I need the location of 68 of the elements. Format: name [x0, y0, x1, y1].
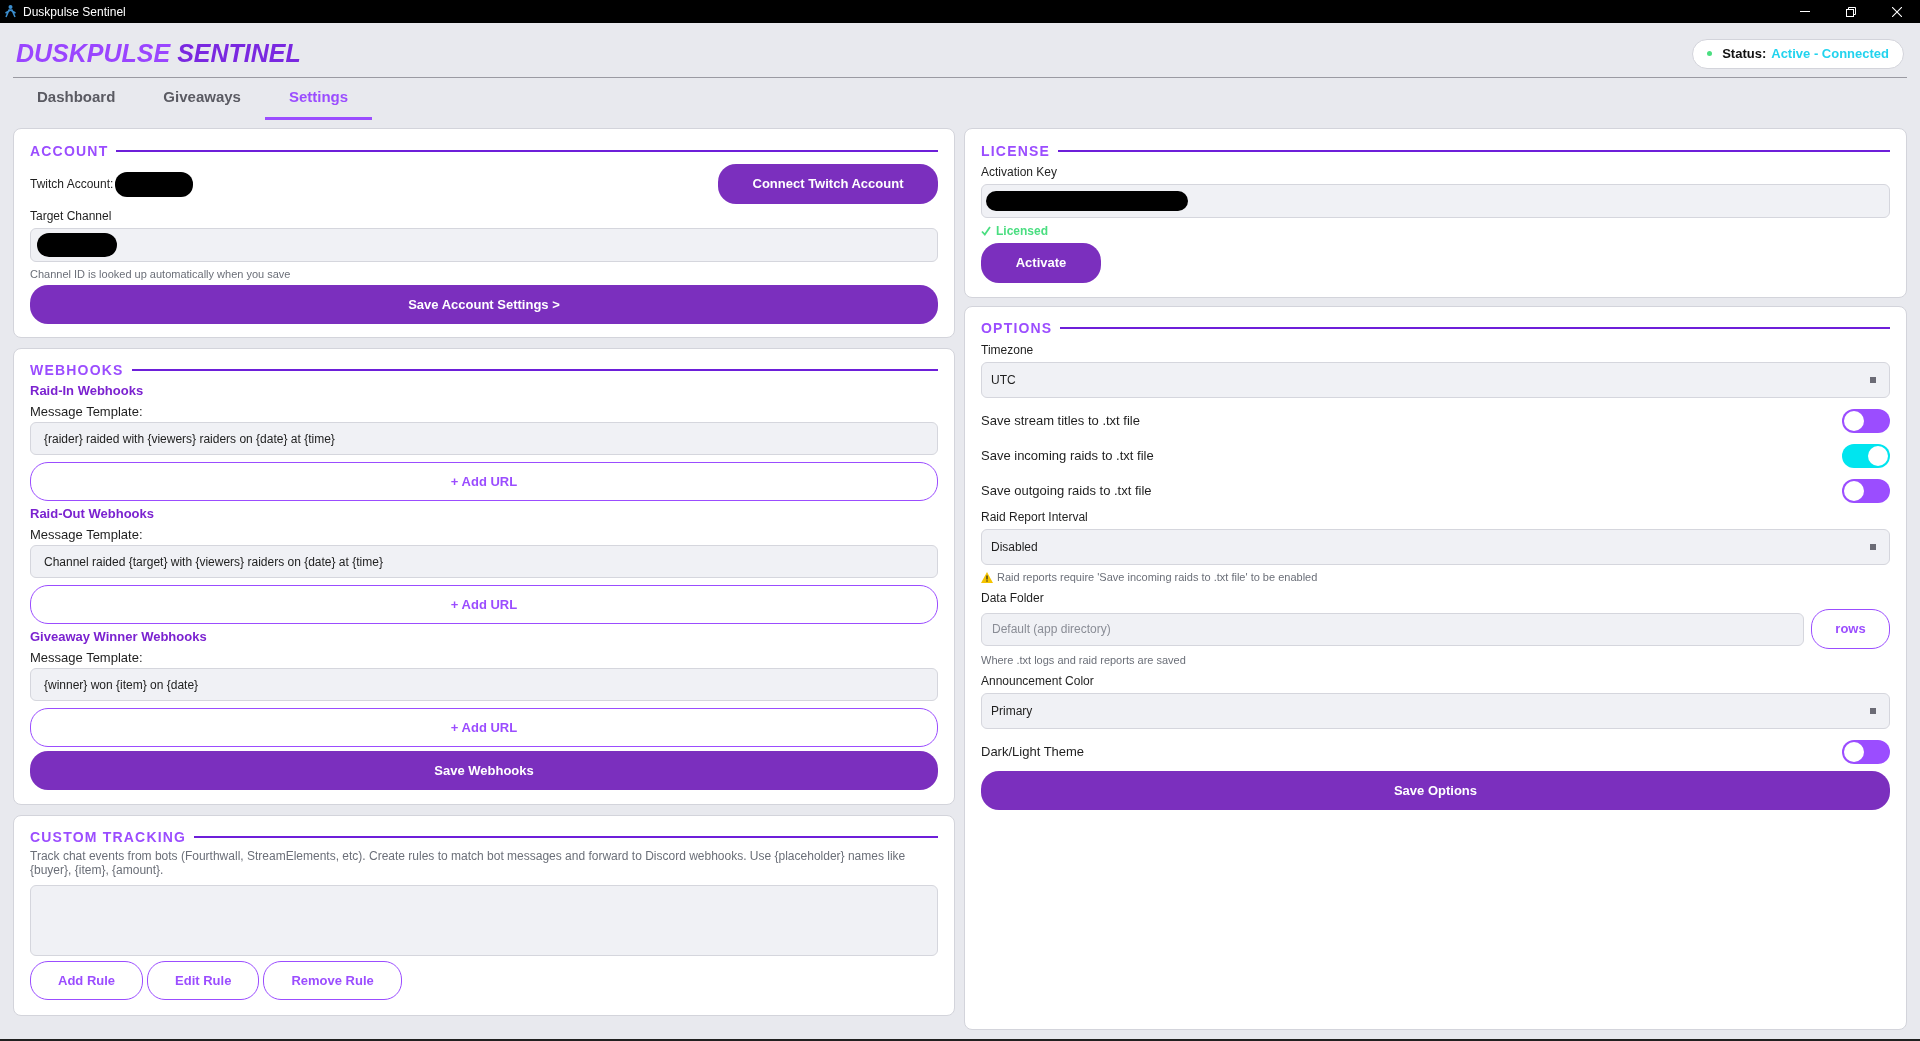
section-heading: LICENSE: [981, 144, 1051, 158]
add-url-button[interactable]: + Add URL: [30, 708, 938, 747]
field-label: Activation Key: [981, 164, 1059, 180]
dropdown[interactable]: Disabled: [981, 529, 1890, 565]
field-label: Twitch Account:: [30, 176, 114, 193]
app-logo: DUSKPULSE SENTINEL: [16, 41, 301, 66]
rule-button[interactable]: Edit Rule: [147, 961, 260, 1000]
toggle-label: Save incoming raids to .txt file: [981, 447, 1154, 466]
folder-field[interactable]: Default (app directory): [981, 612, 1804, 646]
close-icon[interactable]: [1892, 6, 1902, 17]
field-label: Message Template:: [30, 404, 144, 420]
hint-text: Where .txt logs and raid reports are saved: [981, 653, 1187, 667]
subsection-title: Raid-In Webhooks: [30, 383, 145, 399]
field-label: Data Folder: [981, 590, 1045, 606]
status-label: Status:: [1722, 44, 1767, 63]
field-label: Announcement Color: [981, 673, 1095, 689]
field-label: Raid Report Interval: [981, 509, 1089, 525]
activation-key-field[interactable]: [981, 184, 1890, 218]
subsection-title: Giveaway Winner Webhooks: [30, 629, 208, 645]
template-field[interactable]: {raider} raided with {viewers} raiders on {date} at {time}: [30, 422, 938, 455]
square-icon: [1870, 708, 1876, 714]
toggle-switch[interactable]: [1842, 409, 1890, 433]
toggle-label: Save outgoing raids to .txt file: [981, 482, 1152, 501]
save-webhooks-button[interactable]: Save Webhooks: [30, 751, 938, 790]
status-value: Active - Connected: [1771, 44, 1889, 63]
restore-icon[interactable]: [1846, 6, 1856, 17]
template-field[interactable]: {winner} won {item} on {date}: [30, 668, 938, 701]
section-heading: OPTIONS: [981, 321, 1053, 335]
field-label: Message Template:: [30, 527, 144, 543]
field-label: Message Template:: [30, 650, 144, 666]
save-account-button[interactable]: Save Account Settings >: [30, 285, 938, 324]
toggle-switch[interactable]: [1842, 479, 1890, 503]
dropdown[interactable]: Primary: [981, 693, 1890, 729]
subsection-title: Raid-Out Webhooks: [30, 506, 155, 522]
section-heading: WEBHOOKS: [30, 363, 124, 377]
template-field[interactable]: Channel raided {target} with {viewers} raiders on {date} at {time}: [30, 545, 938, 578]
activate-button[interactable]: Activate: [981, 243, 1101, 283]
square-icon: [1870, 377, 1876, 383]
connect-twitch-button[interactable]: Connect Twitch Account: [718, 164, 938, 204]
toggle-label: Save stream titles to .txt file: [981, 412, 1140, 431]
window-title: Duskpulse Sentinel: [23, 5, 126, 18]
add-url-button[interactable]: + Add URL: [30, 462, 938, 501]
toggle-label: Dark/Light Theme: [981, 743, 1085, 762]
tab[interactable]: Settings: [264, 78, 373, 120]
tab[interactable]: Dashboard: [13, 78, 140, 120]
warning-icon: [981, 571, 993, 583]
field-label: Timezone: [981, 342, 1035, 358]
section-heading: CUSTOM TRACKING: [30, 830, 187, 844]
rule-button[interactable]: Add Rule: [30, 961, 144, 1000]
description-text: Track chat events from bots (Fourthwall, StreamElements, etc). Create rules to match bot messages and forward to Discord webhooks. Use {placeholder} names like {buyer}, {item}, {amount}.: [30, 849, 907, 877]
check-icon: [981, 226, 991, 236]
toggle-switch[interactable]: [1842, 740, 1890, 764]
tab[interactable]: Giveaways: [139, 78, 265, 120]
add-url-button[interactable]: + Add URL: [30, 585, 938, 624]
browse-button[interactable]: rows: [1811, 609, 1890, 649]
target-channel-field[interactable]: [30, 228, 938, 262]
rule-button[interactable]: Remove Rule: [263, 961, 402, 1000]
dropdown[interactable]: UTC: [981, 362, 1890, 398]
save-options-button[interactable]: Save Options: [981, 771, 1890, 810]
section-heading: ACCOUNT: [30, 144, 109, 158]
status-dot-icon: [1707, 51, 1713, 56]
toggle-switch[interactable]: [1842, 444, 1890, 468]
square-icon: [1870, 544, 1876, 550]
hint-text: Channel ID is looked up automatically when you save: [30, 267, 292, 281]
field-label: Target Channel: [30, 208, 113, 224]
app-icon: [5, 5, 16, 18]
license-status: Licensed: [996, 223, 1049, 240]
warning-text: Raid reports require 'Save incoming raids to .txt file' to be enabled: [997, 569, 1318, 585]
